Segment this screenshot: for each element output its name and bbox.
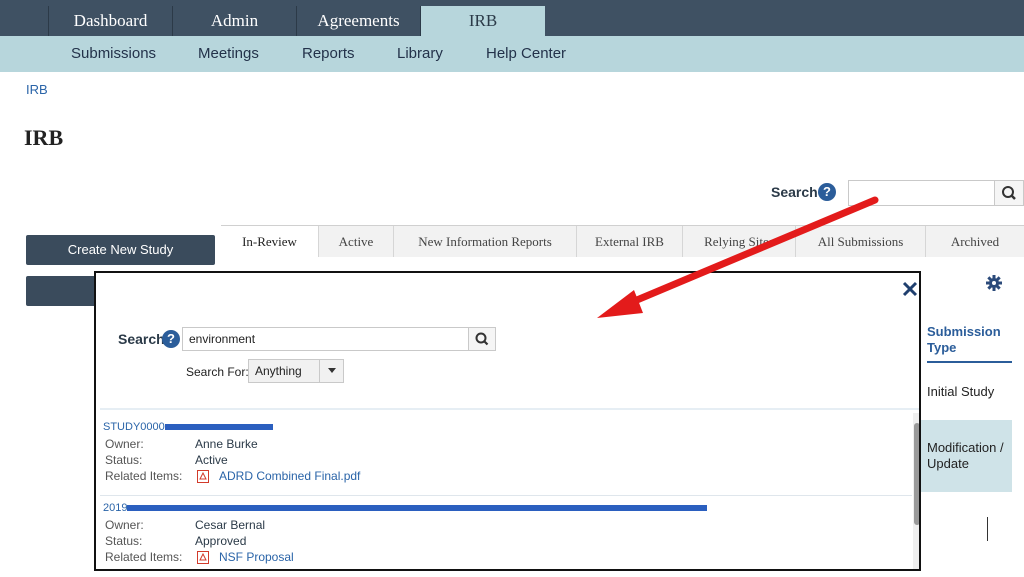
related-item-link[interactable]: NSF Proposal — [219, 550, 294, 564]
search-label: Search — [771, 184, 818, 200]
status-value: Approved — [195, 534, 247, 548]
subnav-help-center[interactable]: Help Center — [486, 36, 566, 72]
tab-new-information-reports[interactable]: New Information Reports — [394, 226, 577, 257]
tab-dashboard[interactable]: Dashboard — [48, 6, 173, 36]
tab-agreements[interactable]: Agreements — [297, 6, 421, 36]
redacted-text — [164, 424, 273, 431]
owner-value: Anne Burke — [195, 437, 258, 451]
help-icon[interactable]: ? — [162, 330, 180, 348]
sub-nav: Submissions Meetings Reports Library Hel… — [0, 36, 1024, 72]
tab-admin[interactable]: Admin — [173, 6, 297, 36]
popup-search-label: Search — [118, 331, 165, 347]
create-new-study-button[interactable]: Create New Study — [26, 235, 215, 265]
tab-irb[interactable]: IRB — [421, 6, 545, 36]
status-value: Active — [195, 453, 228, 467]
divider — [100, 495, 912, 496]
search-for-value: Anything — [255, 364, 302, 378]
search-for-label: Search For: — [186, 365, 249, 379]
text-cursor — [987, 517, 988, 541]
list-item[interactable]: STUDY0000 Owner: Anne Burke Status: Active… — [103, 421, 909, 485]
help-icon[interactable]: ? — [818, 183, 836, 201]
tab-in-review[interactable]: In-Review — [221, 226, 319, 257]
search-icon — [475, 332, 489, 346]
subnav-library[interactable]: Library — [397, 36, 443, 72]
owner-label: Owner: — [105, 518, 144, 532]
dropdown-arrow-icon — [319, 360, 343, 382]
owner-value: Cesar Bernal — [195, 518, 266, 532]
result-title[interactable]: 2019 — [103, 502, 909, 518]
pdf-icon — [197, 470, 209, 483]
status-label: Status: — [105, 534, 143, 548]
list-item[interactable]: 2019 Owner: Cesar Bernal Status: Approved … — [103, 502, 909, 566]
status-label: Status: — [105, 453, 143, 467]
subnav-meetings[interactable]: Meetings — [198, 36, 259, 72]
top-nav: Dashboard Admin Agreements IRB — [0, 0, 1024, 36]
owner-label: Owner: — [105, 437, 144, 451]
subnav-reports[interactable]: Reports — [302, 36, 355, 72]
gear-icon[interactable] — [985, 274, 1003, 292]
tab-all-submissions[interactable]: All Submissions — [796, 226, 926, 257]
breadcrumb[interactable]: IRB — [26, 82, 48, 97]
column-header-underline — [927, 361, 1012, 363]
scrollbar-thumb[interactable] — [914, 423, 919, 525]
tab-external-irb[interactable]: External IRB — [577, 226, 683, 257]
result-title[interactable]: STUDY0000 — [103, 421, 909, 437]
divider — [100, 408, 919, 410]
column-header-submission-type[interactable]: Submission Type — [927, 324, 1012, 356]
pdf-icon — [197, 551, 209, 564]
tab-relying-sites[interactable]: Relying Sites — [683, 226, 796, 257]
related-item-link[interactable]: ADRD Combined Final.pdf — [219, 469, 360, 483]
table-cell: Modification / Update — [927, 440, 1004, 471]
search-for-select[interactable]: Anything — [248, 359, 344, 383]
search-input[interactable] — [848, 180, 994, 206]
related-items-label: Related Items: — [105, 550, 183, 564]
submission-tabs: In-Review Active New Information Reports… — [221, 225, 1024, 257]
tab-active[interactable]: Active — [319, 226, 394, 257]
search-icon — [1002, 186, 1016, 200]
subnav-submissions[interactable]: Submissions — [71, 36, 156, 72]
popup-search-button[interactable] — [468, 327, 496, 351]
search-popup: Search ? environment Search For: Anythin… — [94, 271, 921, 571]
redacted-text — [127, 505, 708, 512]
close-icon[interactable] — [902, 281, 918, 297]
table-cell: Initial Study — [927, 384, 995, 399]
tab-archived[interactable]: Archived — [926, 226, 1024, 257]
related-items-label: Related Items: — [105, 469, 183, 483]
popup-search-input[interactable]: environment — [182, 327, 470, 351]
page-title: IRB — [24, 125, 64, 150]
search-button[interactable] — [994, 180, 1024, 206]
